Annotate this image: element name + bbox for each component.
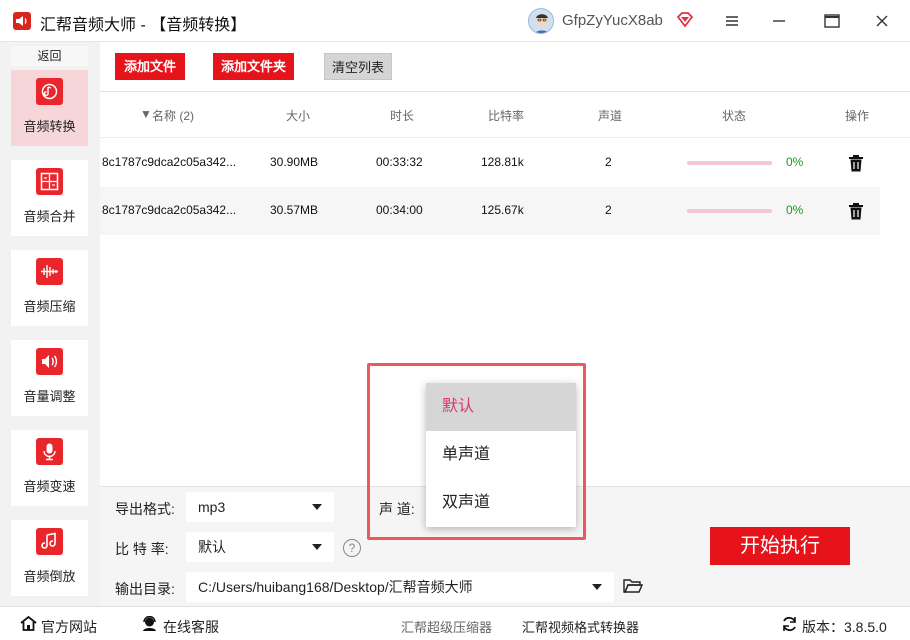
progress-percent: 0%	[786, 155, 804, 169]
home-icon[interactable]	[20, 615, 37, 634]
back-button[interactable]: 返回	[11, 46, 88, 66]
channel-option-stereo[interactable]: 双声道	[426, 479, 576, 527]
help-icon[interactable]: ?	[343, 539, 361, 557]
footer-bar: 官方网站 在线客服 汇帮超级压缩器 汇帮视频格式转换器 版本：3.8.5.0	[0, 606, 910, 640]
chevron-down-icon	[312, 544, 322, 550]
file-channels: 2	[605, 155, 612, 169]
close-icon[interactable]	[871, 10, 893, 32]
format-label: 导出格式:	[115, 501, 175, 517]
minimize-icon[interactable]	[768, 10, 790, 32]
window-title: 汇帮音频大师 - 【音频转换】	[40, 17, 247, 34]
sidebar: 返回 音频转换 音频合并 音频压缩 音量调整 音频变速 音频倒放	[0, 42, 100, 606]
column-header-channels[interactable]: 声道	[598, 107, 622, 124]
file-size: 30.57MB	[270, 203, 319, 217]
support-agent-icon[interactable]	[141, 615, 158, 635]
compressor-link[interactable]: 汇帮超级压缩器	[401, 617, 492, 636]
user-avatar[interactable]	[528, 8, 554, 34]
speed-mic-icon	[36, 438, 63, 465]
website-link[interactable]: 官方网站	[41, 617, 97, 637]
file-duration: 00:34:00	[376, 203, 423, 217]
refresh-icon[interactable]	[781, 616, 798, 635]
sidebar-item-label: 音频转换	[23, 119, 76, 134]
sidebar-item-audio-speed[interactable]: 音频变速	[11, 430, 88, 506]
menu-icon[interactable]	[721, 10, 743, 32]
version-label: 版本：3.8.5.0	[802, 619, 887, 635]
audio-compress-icon	[36, 258, 63, 285]
progress-percent: 0%	[786, 203, 804, 217]
sidebar-item-label: 音频变速	[23, 479, 76, 494]
add-folder-button[interactable]: 添加文件夹	[213, 53, 294, 80]
sort-desc-icon[interactable]: ▼	[140, 107, 152, 121]
table-row[interactable]: 8c1787c9dca2c05a342... 30.57MB 00:34:00 …	[100, 187, 880, 235]
bitrate-label: 比 特 率:	[115, 541, 169, 557]
file-channels: 2	[605, 203, 612, 217]
output-dir-label: 输出目录:	[115, 581, 175, 597]
sidebar-item-label: 音频合并	[23, 209, 76, 224]
volume-icon	[36, 348, 63, 375]
table-row[interactable]: 8c1787c9dca2c05a342... 30.90MB 00:33:32 …	[100, 139, 880, 187]
channel-option-default[interactable]: 默认	[426, 383, 576, 431]
bitrate-select[interactable]: 默认	[186, 532, 334, 562]
delete-trash-icon[interactable]	[848, 154, 864, 175]
app-logo-icon	[13, 12, 31, 30]
audio-merge-icon	[36, 168, 63, 195]
reverse-music-icon	[36, 528, 63, 555]
sidebar-item-audio-merge[interactable]: 音频合并	[11, 160, 88, 236]
username[interactable]: GfpZyYucX8ab	[562, 12, 663, 29]
column-header-action: 操作	[845, 109, 870, 123]
file-table-header: ▼ 名称 (2) 大小 时长 比特率 声道 状态 操作	[100, 92, 910, 138]
sidebar-item-audio-compress[interactable]: 音频压缩	[11, 250, 88, 326]
progress-bar	[687, 209, 772, 213]
file-size: 30.90MB	[270, 155, 319, 169]
column-header-duration[interactable]: 时长	[390, 107, 414, 124]
title-bar: 汇帮音频大师 - 【音频转换】 GfpZyYucX8ab	[0, 0, 910, 42]
support-link[interactable]: 在线客服	[163, 617, 219, 637]
clear-list-button[interactable]: 清空列表	[324, 53, 392, 80]
start-button[interactable]: 开始执行	[710, 527, 850, 565]
file-name: 8c1787c9dca2c05a342...	[102, 203, 237, 217]
file-duration: 00:33:32	[376, 155, 423, 169]
sidebar-item-label: 音频压缩	[23, 299, 76, 314]
sidebar-item-audio-convert[interactable]: 音频转换	[11, 70, 88, 146]
folder-open-icon[interactable]	[623, 578, 644, 597]
format-select[interactable]: mp3	[186, 492, 334, 522]
column-header-name[interactable]: 名称 (2)	[152, 107, 194, 124]
maximize-icon[interactable]	[821, 10, 843, 32]
sidebar-item-label: 音频倒放	[23, 569, 76, 584]
chevron-down-icon	[312, 504, 322, 510]
file-bitrate: 128.81k	[481, 155, 524, 169]
sidebar-item-volume[interactable]: 音量调整	[11, 340, 88, 416]
channel-dropdown-menu: 默认 单声道 双声道	[426, 383, 576, 527]
sidebar-item-label: 音量调整	[23, 389, 76, 404]
column-header-size[interactable]: 大小	[286, 107, 310, 124]
sidebar-item-audio-reverse[interactable]: 音频倒放	[11, 520, 88, 596]
vip-diamond-icon[interactable]	[676, 12, 694, 31]
delete-trash-icon[interactable]	[848, 202, 864, 223]
add-file-button[interactable]: 添加文件	[115, 53, 185, 80]
file-bitrate: 125.67k	[481, 203, 524, 217]
output-dir-select[interactable]: C:/Users/huibang168/Desktop/汇帮音频大师	[186, 572, 614, 602]
toolbar: 添加文件 添加文件夹 清空列表	[100, 42, 910, 92]
column-header-bitrate[interactable]: 比特率	[488, 107, 524, 124]
file-name: 8c1787c9dca2c05a342...	[102, 155, 237, 169]
audio-convert-icon	[36, 78, 63, 105]
channel-option-mono[interactable]: 单声道	[426, 431, 576, 479]
column-header-status: 状态	[722, 109, 747, 123]
progress-bar	[687, 161, 772, 165]
video-converter-link[interactable]: 汇帮视频格式转换器	[522, 617, 639, 636]
chevron-down-icon	[592, 584, 602, 590]
